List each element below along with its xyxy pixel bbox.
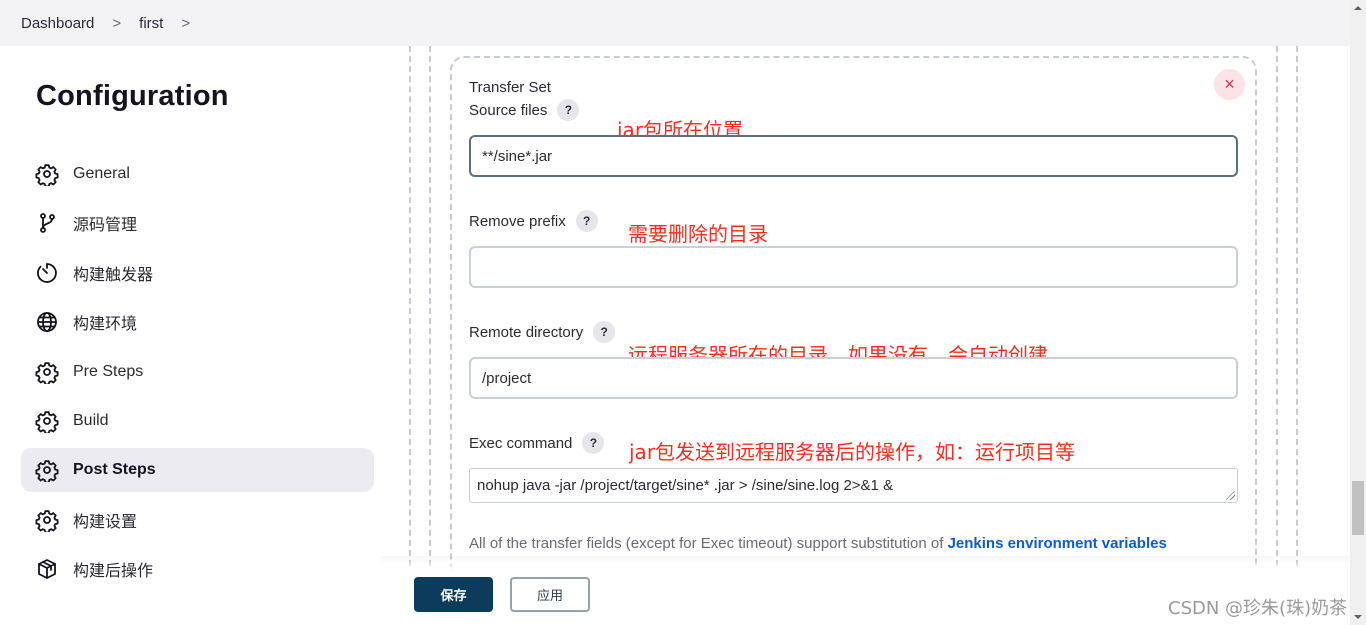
sidebar-item-build-settings[interactable]: 构建设置 (21, 498, 374, 542)
help-icon[interactable]: ? (582, 432, 605, 454)
sidebar-item-label: 构建触发器 (73, 266, 154, 284)
source-branch-icon (35, 211, 59, 235)
globe-icon (35, 310, 59, 334)
sidebar-item-label: 构建后操作 (73, 563, 154, 581)
transfer-set-title: Transfer Set (469, 79, 551, 96)
substitution-note-text: All of the transfer fields (except for E… (469, 535, 948, 552)
gear-icon (35, 508, 59, 532)
sidebar-item-source-code[interactable]: 源码管理 (21, 201, 374, 245)
section-border (1276, 46, 1278, 566)
remote-directory-value: /project (482, 369, 532, 387)
substitution-note: All of the transfer fields (except for E… (469, 535, 1167, 552)
breadcrumb-separator-icon[interactable]: > (181, 15, 190, 32)
sidebar-item-build-environment[interactable]: 构建环境 (21, 300, 374, 344)
help-icon[interactable]: ? (575, 210, 598, 232)
gear-icon (35, 409, 59, 433)
source-files-label-text: Source files (469, 101, 548, 119)
sidebar: General 源码管理 构建触发器 构建环境 Pre Steps Build (21, 152, 374, 597)
help-icon[interactable]: ? (593, 321, 616, 343)
page-title: Configuration (36, 80, 229, 112)
sidebar-item-post-build-actions[interactable]: 构建后操作 (21, 547, 374, 591)
timer-icon (35, 261, 59, 285)
help-icon[interactable]: ? (557, 99, 580, 121)
sidebar-item-label: 构建设置 (73, 513, 138, 531)
breadcrumb-separator-icon: > (112, 14, 122, 32)
apply-button[interactable]: 应用 (510, 577, 590, 612)
breadcrumb-dashboard[interactable]: Dashboard (21, 15, 94, 32)
exec-command-label-text: Exec command (469, 434, 573, 452)
sidebar-item-label: Build (73, 411, 109, 429)
section-border (1296, 46, 1298, 566)
breadcrumb-first[interactable]: first (139, 15, 163, 32)
annotation-exec-command: jar包发送到远程服务器后的操作，如：运行项目等 (629, 440, 1076, 464)
sidebar-item-label: Pre Steps (73, 362, 144, 380)
section-border (409, 46, 411, 566)
annotation-remove-prefix: 需要删除的目录 (628, 222, 768, 246)
gear-icon (35, 458, 59, 483)
sidebar-item-label: 源码管理 (73, 217, 138, 235)
package-icon (35, 557, 59, 581)
save-button[interactable]: 保存 (414, 577, 493, 612)
vertical-scrollbar[interactable] (1350, 0, 1366, 625)
gear-icon (35, 360, 59, 384)
source-files-input[interactable]: **/sine*.jar (469, 135, 1238, 177)
breadcrumb: Dashboard > first > (0, 0, 1350, 46)
sidebar-item-label: General (73, 165, 130, 182)
sidebar-item-pre-steps[interactable]: Pre Steps (21, 350, 374, 394)
sidebar-item-general[interactable]: General (21, 152, 374, 196)
sidebar-item-label: Post Steps (73, 461, 156, 479)
exec-command-value: nohup java -jar /project/target/sine* .j… (477, 477, 894, 494)
sidebar-item-build[interactable]: Build (21, 399, 374, 443)
watermark: CSDN @珍朱(珠)奶茶 (1168, 598, 1348, 619)
remote-directory-label-text: Remote directory (469, 323, 584, 341)
transfer-set-title-text: Transfer Set (469, 79, 551, 96)
section-border (429, 46, 431, 566)
source-files-label: Source files ? (469, 99, 580, 121)
close-icon[interactable]: × (1214, 69, 1245, 100)
remove-prefix-input[interactable] (469, 246, 1238, 288)
remove-prefix-label-text: Remove prefix (469, 212, 566, 230)
remote-directory-label: Remote directory ? (469, 321, 616, 343)
exec-command-label: Exec command ? (469, 432, 605, 454)
gear-icon (35, 162, 59, 186)
sidebar-item-post-steps[interactable]: Post Steps (21, 448, 374, 493)
source-files-value: **/sine*.jar (482, 147, 553, 165)
sidebar-item-label: 构建环境 (73, 316, 138, 334)
sidebar-item-build-triggers[interactable]: 构建触发器 (21, 251, 374, 295)
scroll-up-icon[interactable] (1354, 6, 1362, 10)
jenkins-env-vars-link[interactable]: Jenkins environment variables (948, 535, 1167, 552)
scrollbar-thumb[interactable] (1352, 481, 1364, 535)
scroll-down-icon[interactable] (1354, 615, 1362, 619)
remote-directory-input[interactable]: /project (469, 357, 1238, 399)
resize-handle-icon[interactable] (1226, 491, 1235, 500)
remove-prefix-label: Remove prefix ? (469, 210, 598, 232)
exec-command-textarea[interactable]: nohup java -jar /project/target/sine* .j… (469, 468, 1238, 503)
